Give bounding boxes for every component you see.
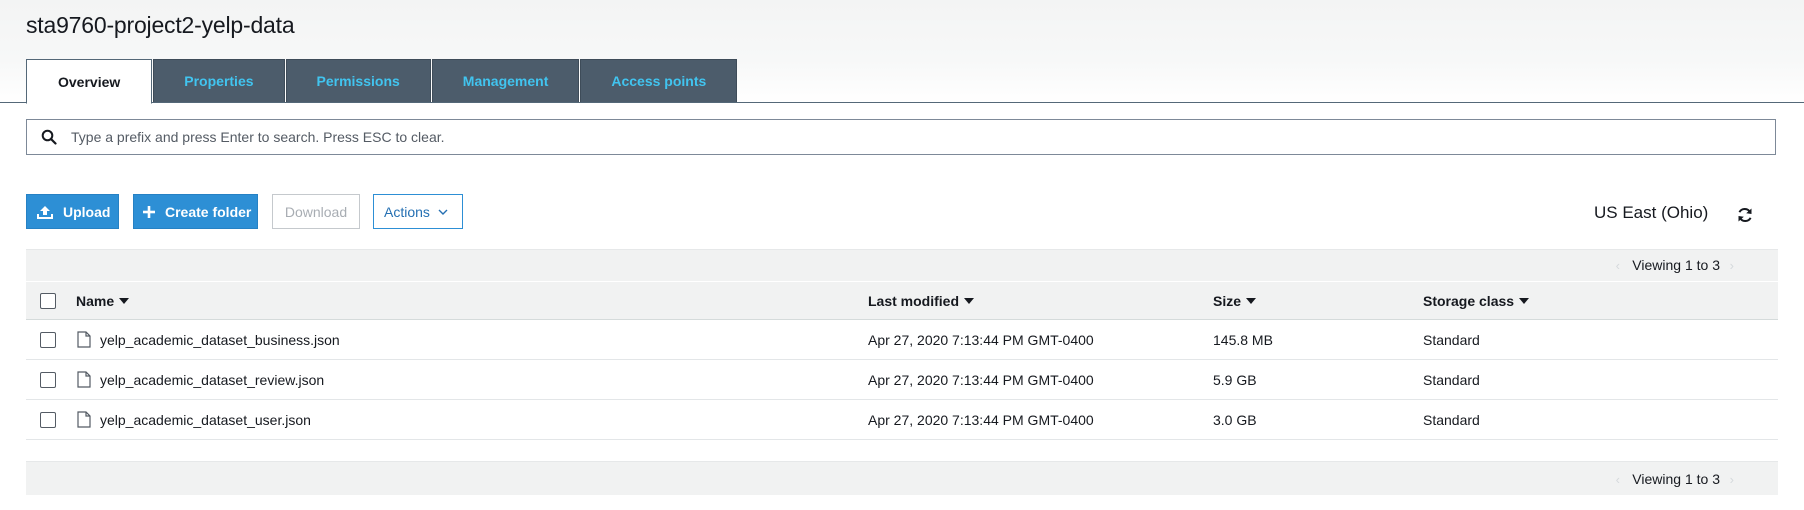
actions-label: Actions — [384, 203, 430, 220]
region-label: US East (Ohio) — [1594, 203, 1709, 222]
column-storage-class-label: Storage class — [1423, 292, 1515, 309]
file-name-link[interactable]: yelp_academic_dataset_review.json — [100, 372, 324, 388]
file-name-link[interactable]: yelp_academic_dataset_business.json — [100, 332, 340, 348]
column-name-header[interactable]: Name — [76, 282, 130, 319]
last-modified-cell: Apr 27, 2020 7:13:44 PM GMT-0400 — [868, 331, 1094, 348]
column-last-modified-label: Last modified — [868, 292, 960, 309]
bucket-title: sta9760-project2-yelp-data — [26, 12, 295, 38]
column-size-header[interactable]: Size — [1213, 282, 1257, 319]
storage-class-cell: Standard — [1423, 331, 1480, 348]
column-last-modified-header[interactable]: Last modified — [868, 282, 975, 319]
size-cell: 3.0 GB — [1213, 411, 1257, 428]
column-name-label: Name — [76, 292, 115, 309]
file-icon — [77, 411, 91, 428]
tab-access-points[interactable]: Access points — [580, 59, 738, 103]
s3-bucket-page: sta9760-project2-yelp-data Overview Prop… — [0, 0, 1804, 510]
file-name-cell: yelp_academic_dataset_business.json — [76, 320, 340, 359]
file-icon — [77, 331, 91, 348]
select-all-checkbox[interactable] — [40, 292, 56, 309]
chevron-left-icon[interactable]: ‹ — [1616, 472, 1620, 487]
table-row: yelp_academic_dataset_business.json Apr … — [26, 320, 1778, 360]
tab-bar: Overview Properties Permissions Manageme… — [26, 59, 738, 104]
tab-properties[interactable]: Properties — [153, 59, 285, 103]
storage-class-cell: Standard — [1423, 371, 1480, 388]
upload-label: Upload — [63, 203, 111, 220]
last-modified-cell: Apr 27, 2020 7:13:44 PM GMT-0400 — [868, 411, 1094, 428]
plus-icon — [143, 205, 155, 218]
viewing-count: Viewing 1 to 3 — [1632, 257, 1720, 273]
sort-caret-icon — [1519, 298, 1530, 304]
actions-dropdown[interactable]: Actions — [373, 194, 463, 229]
tab-management[interactable]: Management — [431, 59, 580, 103]
pagination-bottom: ‹ Viewing 1 to 3 › — [26, 461, 1778, 495]
create-folder-label: Create folder — [165, 203, 252, 220]
tab-permissions[interactable]: Permissions — [285, 59, 431, 103]
sort-caret-icon — [1246, 298, 1257, 304]
chevron-left-icon[interactable]: ‹ — [1616, 258, 1620, 273]
storage-class-cell: Standard — [1423, 411, 1480, 428]
row-checkbox[interactable] — [40, 411, 56, 428]
refresh-icon[interactable] — [1736, 206, 1754, 224]
search-input[interactable] — [71, 122, 1775, 152]
row-checkbox[interactable] — [40, 331, 56, 348]
upload-icon — [37, 205, 53, 219]
chevron-down-icon — [438, 209, 448, 215]
download-label: Download — [284, 203, 348, 220]
size-cell: 5.9 GB — [1213, 371, 1257, 388]
file-name-cell: yelp_academic_dataset_user.json — [76, 400, 311, 439]
column-storage-class-header[interactable]: Storage class — [1423, 282, 1530, 319]
tab-divider — [0, 102, 1804, 103]
last-modified-cell: Apr 27, 2020 7:13:44 PM GMT-0400 — [868, 371, 1094, 388]
search-icon — [27, 119, 71, 155]
chevron-right-icon[interactable]: › — [1730, 472, 1734, 487]
size-cell: 145.8 MB — [1213, 331, 1273, 348]
search-bar — [26, 119, 1776, 155]
sort-caret-icon — [119, 298, 130, 304]
download-button[interactable]: Download — [272, 194, 360, 229]
upload-button[interactable]: Upload — [26, 194, 119, 229]
pagination-top: ‹ Viewing 1 to 3 › — [26, 249, 1778, 281]
tab-overview[interactable]: Overview — [26, 59, 153, 104]
row-checkbox[interactable] — [40, 371, 56, 388]
create-folder-button[interactable]: Create folder — [133, 194, 258, 229]
sort-caret-icon — [964, 298, 975, 304]
file-name-cell: yelp_academic_dataset_review.json — [76, 360, 324, 399]
file-icon — [77, 371, 91, 388]
column-size-label: Size — [1213, 292, 1242, 309]
chevron-right-icon[interactable]: › — [1730, 258, 1734, 273]
file-name-link[interactable]: yelp_academic_dataset_user.json — [100, 412, 311, 428]
table-row: yelp_academic_dataset_review.json Apr 27… — [26, 360, 1778, 400]
table-header: Name Last modified Size Storage class — [26, 281, 1778, 320]
table-row: yelp_academic_dataset_user.json Apr 27, … — [26, 400, 1778, 440]
viewing-count: Viewing 1 to 3 — [1632, 471, 1720, 487]
